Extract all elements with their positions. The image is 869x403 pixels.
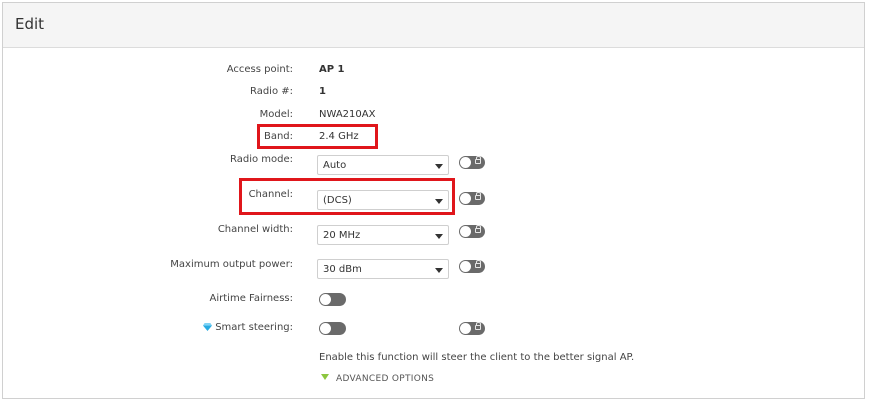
toggle-knob: [460, 261, 471, 272]
edit-dialog: Edit Access point: AP 1 Radio #: 1 Model…: [2, 2, 865, 399]
smart-steering-help-text: Enable this function will steer the clie…: [319, 352, 635, 363]
model-value: NWA210AX: [319, 109, 376, 120]
advanced-options-label: ADVANCED OPTIONS: [336, 374, 435, 384]
channel-width-selected: 20 MHz: [323, 230, 361, 241]
radio-mode-label: Radio mode:: [229, 154, 293, 165]
max-output-power-lock-toggle[interactable]: [459, 260, 485, 273]
lock-icon: [475, 322, 481, 330]
access-point-value: AP 1: [319, 64, 345, 75]
smart-steering-lock-toggle[interactable]: [459, 322, 485, 335]
radio-mode-select[interactable]: Auto: [317, 155, 449, 175]
max-output-power-selected: 30 dBm: [323, 264, 362, 275]
max-output-power-select[interactable]: 30 dBm: [317, 259, 449, 279]
chevron-down-icon: [435, 234, 443, 239]
radio-mode-selected: Auto: [323, 160, 347, 171]
lock-icon: [475, 225, 481, 233]
max-output-power-label: Maximum output power:: [170, 259, 293, 270]
access-point-label: Access point:: [226, 64, 293, 75]
channel-lock-toggle[interactable]: [459, 192, 485, 205]
toggle-knob: [460, 323, 471, 334]
diamond-icon: [203, 323, 213, 331]
lock-icon: [475, 260, 481, 268]
toggle-knob: [460, 157, 471, 168]
channel-label: Channel:: [248, 189, 293, 200]
chevron-down-icon: [435, 268, 443, 273]
dialog-header: Edit: [3, 3, 864, 48]
model-label: Model:: [259, 109, 293, 120]
channel-width-select[interactable]: 20 MHz: [317, 225, 449, 245]
chevron-down-icon: [435, 199, 443, 204]
smart-steering-label-wrap: Smart steering:: [203, 322, 293, 333]
airtime-fairness-toggle[interactable]: [319, 293, 346, 306]
radio-mode-lock-toggle[interactable]: [459, 156, 485, 169]
lock-icon: [475, 156, 481, 164]
toggle-knob: [320, 323, 331, 334]
band-value: 2.4 GHz: [319, 131, 359, 142]
channel-selected: (DCS): [323, 195, 352, 206]
toggle-knob: [460, 226, 471, 237]
advanced-options-toggle[interactable]: ADVANCED OPTIONS: [321, 374, 434, 384]
channel-width-lock-toggle[interactable]: [459, 225, 485, 238]
smart-steering-label: Smart steering:: [215, 322, 293, 333]
radio-number-label: Radio #:: [249, 86, 293, 97]
airtime-fairness-label: Airtime Fairness:: [209, 293, 293, 304]
dialog-title: Edit: [15, 15, 45, 33]
band-label: Band:: [263, 131, 293, 142]
lock-icon: [475, 192, 481, 200]
channel-select[interactable]: (DCS): [317, 190, 449, 210]
channel-width-label: Channel width:: [217, 224, 293, 235]
triangle-down-icon: [321, 374, 329, 380]
radio-number-value: 1: [319, 86, 326, 97]
smart-steering-toggle[interactable]: [319, 322, 346, 335]
toggle-knob: [320, 294, 331, 305]
toggle-knob: [460, 193, 471, 204]
chevron-down-icon: [435, 164, 443, 169]
